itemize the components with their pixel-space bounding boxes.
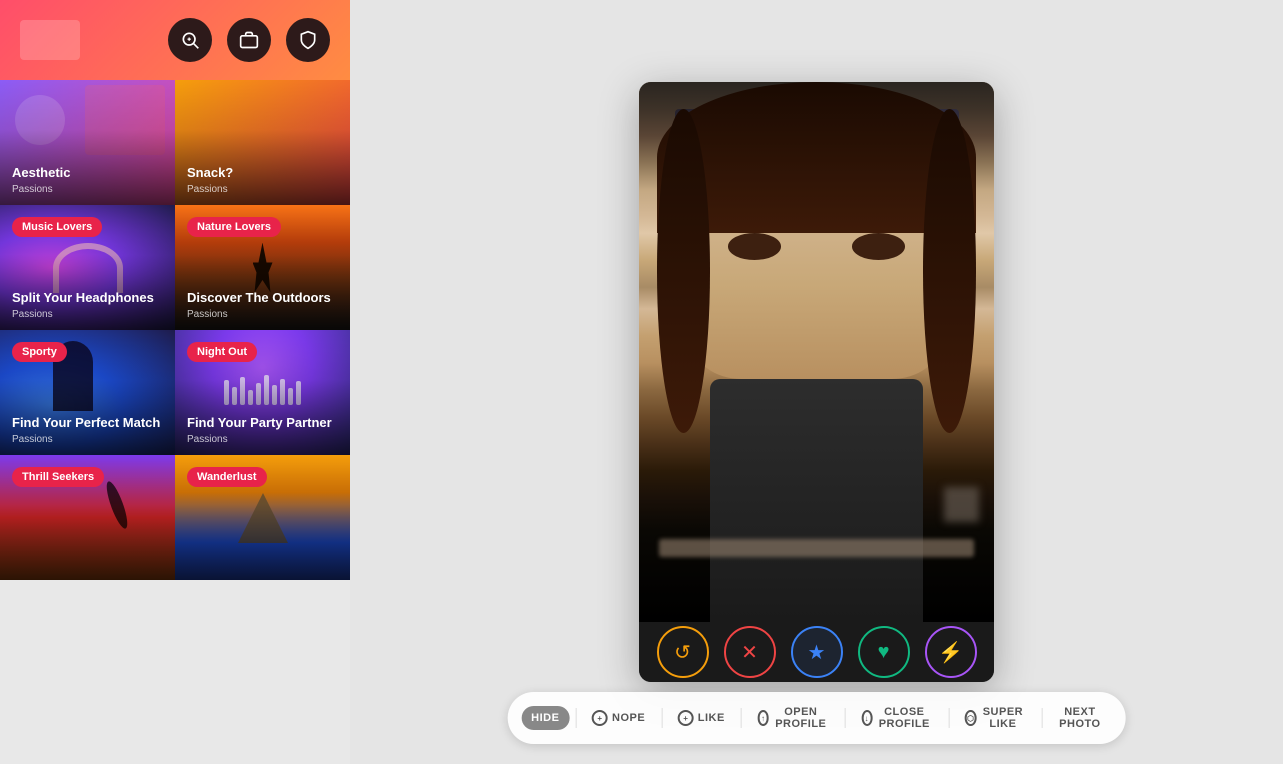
card-subtitle: Passions	[187, 184, 338, 195]
card-content: Find Your Perfect Match Passions	[12, 415, 163, 445]
like-toolbar-label: LIKE	[698, 712, 725, 724]
profile-card: ↺ ✕ ★ ♥ ⚡	[639, 82, 994, 682]
super-like-toolbar-label: SUPER LIKE	[981, 706, 1026, 730]
close-profile-label: CLOSE PROFILE	[876, 706, 932, 730]
blur-detail	[944, 487, 979, 522]
card-content: Split Your Headphones Passions	[12, 290, 163, 320]
divider	[575, 708, 576, 728]
nope-toolbar-button[interactable]: + NOPE	[582, 704, 655, 732]
like-button[interactable]: ♥	[858, 626, 910, 678]
cards-grid: Aesthetic Passions Snack? Passions Music…	[0, 80, 350, 764]
boost-button[interactable]: ⚡	[925, 626, 977, 678]
card-badge: Wanderlust	[187, 467, 267, 487]
card-badge: Thrill Seekers	[12, 467, 104, 487]
card-nightout[interactable]: Night Out Find Your Party Partner Passio…	[175, 330, 350, 455]
close-profile-button[interactable]: ↓ CLOSE PROFILE	[851, 700, 942, 736]
divider	[741, 708, 742, 728]
card-thrill[interactable]: Thrill Seekers	[0, 455, 175, 580]
right-panel: ↺ ✕ ★ ♥ ⚡ HIDE + NOPE + LIKE ↑ OPEN PROF…	[350, 0, 1283, 764]
card-title: Discover The Outdoors	[187, 290, 338, 307]
card-title: Snack?	[187, 165, 338, 182]
card-content: Snack? Passions	[187, 165, 338, 195]
open-profile-label: OPEN PROFILE	[773, 706, 829, 730]
card-badge: Nature Lovers	[187, 217, 281, 237]
super-like-button[interactable]: ★	[791, 626, 843, 678]
shield-icon-btn[interactable]	[286, 18, 330, 62]
profile-action-bar: ↺ ✕ ★ ♥ ⚡	[639, 622, 994, 682]
briefcase-icon-btn[interactable]	[227, 18, 271, 62]
card-aesthetic[interactable]: Aesthetic Passions	[0, 80, 175, 205]
card-music[interactable]: Music Lovers Split Your Headphones Passi…	[0, 205, 175, 330]
explore-icon-btn[interactable]	[168, 18, 212, 62]
card-title: Aesthetic	[12, 165, 163, 182]
hide-label: HIDE	[531, 712, 559, 724]
card-subtitle: Passions	[12, 434, 163, 445]
close-profile-icon: ↓	[861, 710, 872, 726]
card-wanderlust[interactable]: Wanderlust	[175, 455, 350, 580]
card-badge: Night Out	[187, 342, 257, 362]
like-toolbar-icon: +	[678, 710, 694, 726]
divider	[661, 708, 662, 728]
nope-toolbar-icon: +	[592, 710, 608, 726]
open-profile-button[interactable]: ↑ OPEN PROFILE	[747, 700, 838, 736]
bottom-toolbar: HIDE + NOPE + LIKE ↑ OPEN PROFILE ↓ CLOS…	[507, 692, 1126, 744]
card-subtitle: Passions	[187, 434, 338, 445]
open-profile-icon: ↑	[757, 710, 769, 726]
blur-name-bar	[659, 539, 974, 557]
nope-button[interactable]: ✕	[724, 626, 776, 678]
card-title: Find Your Perfect Match	[12, 415, 163, 432]
super-like-toolbar-button[interactable]: ⬡ SUPER LIKE	[955, 700, 1035, 736]
nope-toolbar-label: NOPE	[612, 712, 645, 724]
card-content: Find Your Party Partner Passions	[187, 415, 338, 445]
card-subtitle: Passions	[12, 309, 163, 320]
card-subtitle: Passions	[187, 309, 338, 320]
card-nature[interactable]: Nature Lovers Discover The Outdoors Pass…	[175, 205, 350, 330]
card-subtitle: Passions	[12, 184, 163, 195]
card-snack[interactable]: Snack? Passions	[175, 80, 350, 205]
card-badge: Sporty	[12, 342, 67, 362]
app-logo	[20, 20, 80, 60]
undo-button[interactable]: ↺	[657, 626, 709, 678]
card-title: Find Your Party Partner	[187, 415, 338, 432]
card-content: Aesthetic Passions	[12, 165, 163, 195]
divider	[948, 708, 949, 728]
divider	[1041, 708, 1042, 728]
header-bar	[0, 0, 350, 80]
like-toolbar-button[interactable]: + LIKE	[668, 704, 735, 732]
card-title: Split Your Headphones	[12, 290, 163, 307]
next-photo-label: NEXT PHOTO	[1058, 706, 1102, 730]
divider	[845, 708, 846, 728]
profile-photo	[639, 82, 994, 622]
card-content: Discover The Outdoors Passions	[187, 290, 338, 320]
card-badge: Music Lovers	[12, 217, 102, 237]
left-panel: Aesthetic Passions Snack? Passions Music…	[0, 0, 350, 764]
hide-button[interactable]: HIDE	[521, 706, 569, 730]
super-like-toolbar-icon: ⬡	[965, 710, 977, 726]
card-sporty[interactable]: Sporty Find Your Perfect Match Passions	[0, 330, 175, 455]
next-photo-button[interactable]: NEXT PHOTO	[1048, 700, 1112, 736]
